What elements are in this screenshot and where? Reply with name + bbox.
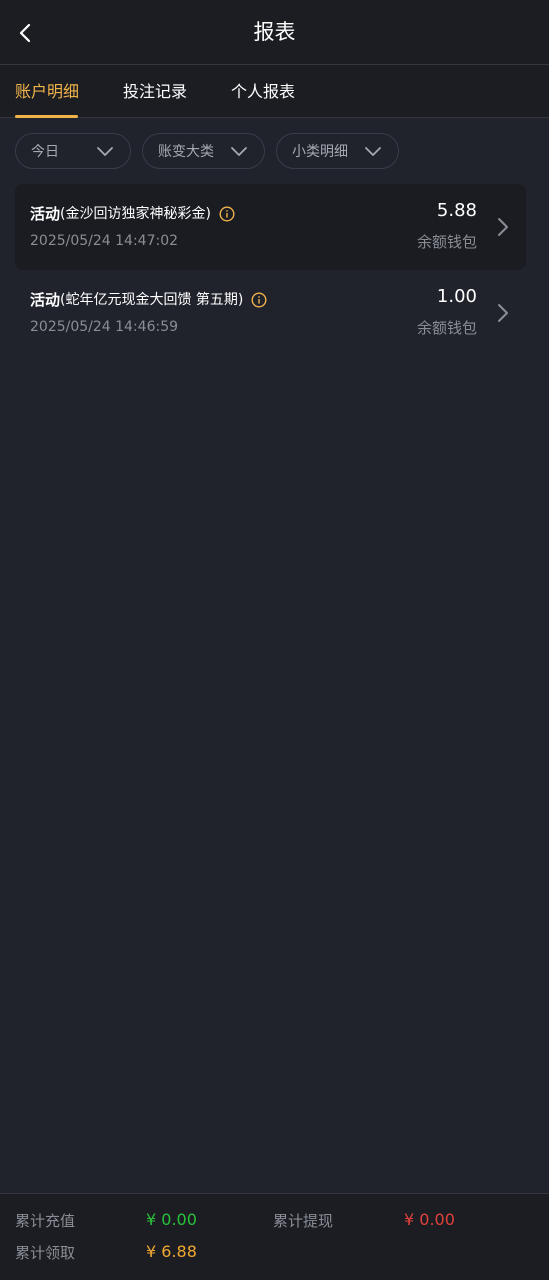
- top-bar: 报表: [0, 0, 549, 65]
- claim-value: ¥ 6.88: [146, 1242, 197, 1261]
- record-amount: 1.00: [436, 286, 477, 307]
- tab-account-details[interactable]: 账户明细: [15, 81, 79, 103]
- filter-subcategory-label: 小类明细: [292, 144, 348, 160]
- tab-bet-records[interactable]: 投注记录: [123, 81, 187, 103]
- chevron-down-icon: [365, 147, 381, 156]
- record-type: 活动: [30, 291, 61, 309]
- summary-bar: 累计充值 ¥ 0.00 累计提现 ¥ 0.00 累计领取 ¥ 6.88: [0, 1193, 549, 1280]
- chevron-down-icon: [231, 147, 247, 156]
- record-title: 活动 (蛇年亿元现金大回馈 第五期): [30, 289, 267, 311]
- record-time: 2025/05/24 14:47:02: [30, 233, 179, 249]
- tab-personal-report[interactable]: 个人报表: [231, 81, 295, 103]
- record-amount: 5.88: [436, 200, 477, 221]
- record-wallet: 余额钱包: [416, 233, 477, 251]
- recharge-value: ¥ 0.00: [146, 1210, 197, 1229]
- record-title: 活动 (金沙回访独家神秘彩金): [30, 203, 235, 225]
- filter-date-label: 今日: [31, 144, 59, 160]
- info-icon[interactable]: [219, 206, 235, 222]
- chevron-right-icon: [498, 218, 508, 236]
- page-title: 报表: [253, 20, 296, 44]
- record-item[interactable]: 活动 (蛇年亿元现金大回馈 第五期) 2025/05/24 14:46:59 1…: [15, 270, 526, 356]
- record-detail: (蛇年亿元现金大回馈 第五期): [60, 292, 244, 308]
- record-type: 活动: [30, 205, 61, 223]
- record-detail: (金沙回访独家神秘彩金): [60, 206, 211, 222]
- recharge-label: 累计充值: [15, 1212, 76, 1230]
- record-time: 2025/05/24 14:46:59: [30, 319, 179, 335]
- chevron-down-icon: [97, 147, 113, 156]
- report-page: 报表 账户明细 投注记录 个人报表 今日 账变大类 小类明细 活动 (金沙回访独…: [0, 0, 549, 1280]
- filter-date[interactable]: 今日: [15, 133, 131, 169]
- claim-label: 累计领取: [15, 1244, 76, 1262]
- info-icon[interactable]: [251, 292, 267, 308]
- withdraw-value: ¥ 0.00: [404, 1210, 455, 1229]
- filter-category[interactable]: 账变大类: [142, 133, 265, 169]
- record-wallet: 余额钱包: [416, 319, 477, 337]
- filter-category-label: 账变大类: [158, 144, 214, 160]
- active-tab-indicator: [15, 115, 78, 118]
- chevron-right-icon: [498, 304, 508, 322]
- withdraw-label: 累计提现: [273, 1212, 334, 1230]
- tab-bar: 账户明细 投注记录 个人报表: [0, 65, 549, 118]
- filter-subcategory[interactable]: 小类明细: [276, 133, 399, 169]
- record-item[interactable]: 活动 (金沙回访独家神秘彩金) 2025/05/24 14:47:02 5.88…: [15, 184, 526, 270]
